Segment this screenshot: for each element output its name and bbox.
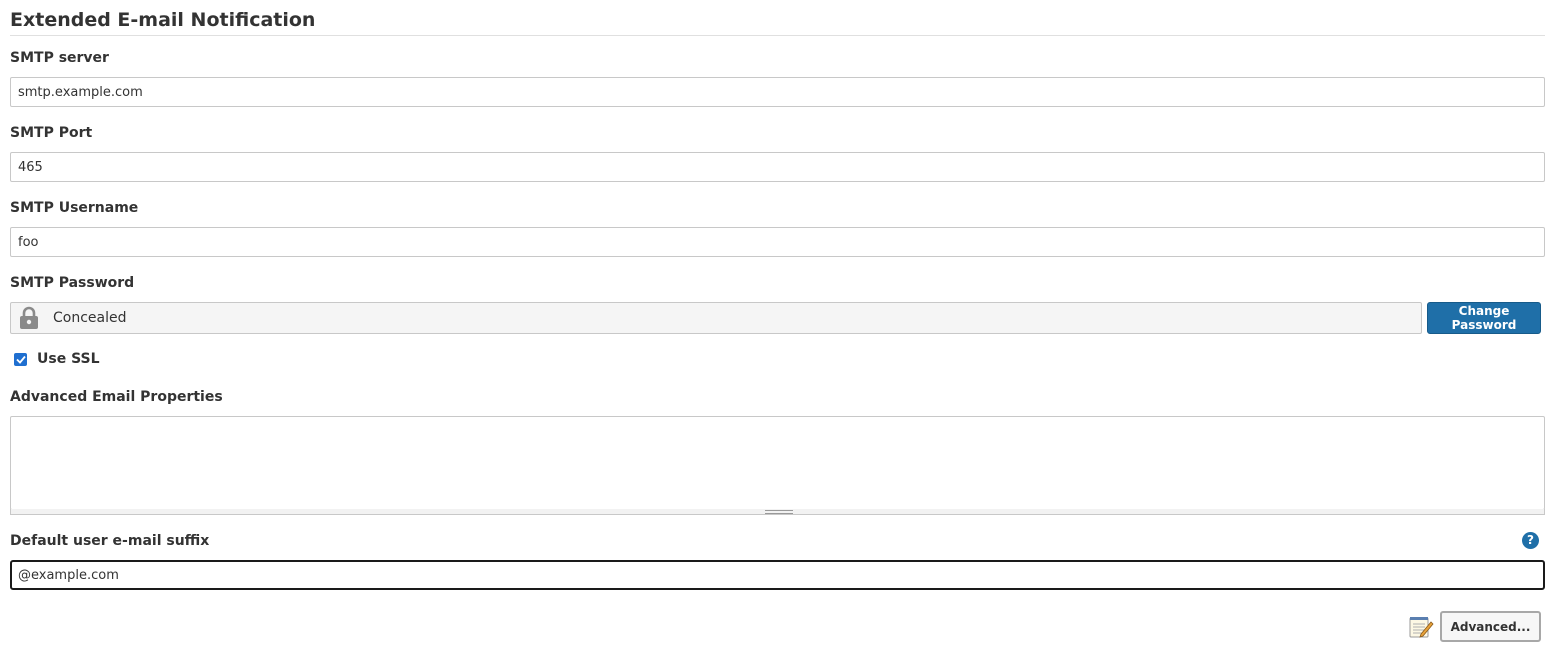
smtp-port-input[interactable] [10,152,1545,182]
smtp-server-input[interactable] [10,77,1545,107]
default-suffix-field [10,560,1545,590]
smtp-username-label: SMTP Username [10,200,139,216]
smtp-password-label: SMTP Password [10,275,135,291]
notepad-icon[interactable] [1408,615,1434,639]
section-title: Extended E-mail Notification [10,9,316,31]
advanced-email-properties-textarea[interactable] [10,416,1545,510]
textarea-resize-bar[interactable] [10,509,1545,515]
help-icon[interactable]: ? [1522,532,1539,549]
smtp-password-concealed-field: Concealed [10,302,1422,334]
change-password-button[interactable]: Change Password [1427,302,1541,334]
smtp-port-label: SMTP Port [10,125,93,141]
advanced-button[interactable]: Advanced... [1440,611,1541,642]
use-ssl-label: Use SSL [37,351,100,367]
advanced-email-properties-label: Advanced Email Properties [10,389,223,405]
resize-handle-icon [765,510,793,514]
default-suffix-input[interactable] [10,560,1545,590]
lock-icon [18,306,40,330]
smtp-server-label: SMTP server [10,50,109,66]
default-suffix-label: Default user e-mail suffix [10,533,210,549]
extended-email-notification-panel: Extended E-mail Notification SMTP server… [0,0,1553,646]
use-ssl-checkbox[interactable] [14,352,27,366]
checkmark-icon [15,355,26,364]
use-ssl-row[interactable]: Use SSL [14,351,100,367]
password-concealed-text: Concealed [53,310,127,326]
smtp-username-input[interactable] [10,227,1545,257]
title-divider [10,35,1545,36]
